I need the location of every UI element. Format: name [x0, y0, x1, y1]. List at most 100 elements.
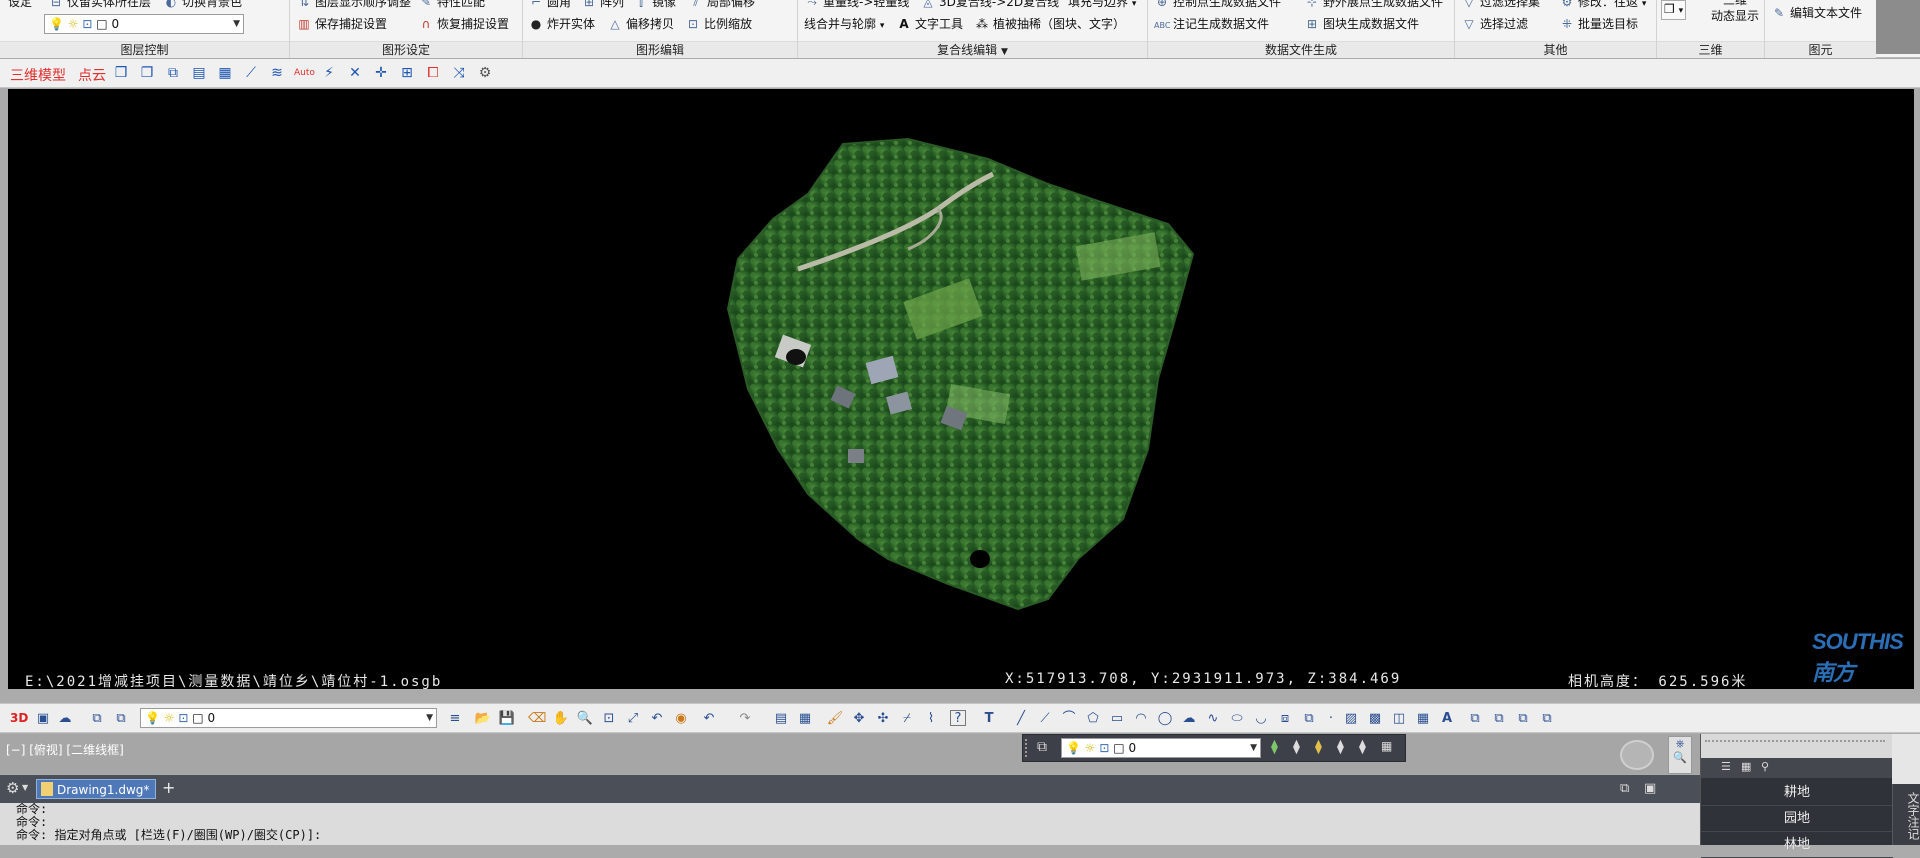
profile-icon[interactable]: ⟋: [242, 64, 260, 82]
zoom-previous-icon[interactable]: ↶: [648, 710, 666, 728]
3d-viewport[interactable]: E:\2021增减挂项目\测量数据\靖位乡\靖位村-1.osgb X:51791…: [8, 89, 1914, 689]
ribbon-batch-select[interactable]: ⁜ 批量选目标: [1559, 16, 1638, 32]
eraser-icon[interactable]: ⌫: [528, 710, 546, 728]
ribbon-scale[interactable]: ⊡ 比例缩放: [685, 16, 752, 32]
box-side-icon[interactable]: ❐: [138, 64, 156, 82]
node-icon[interactable]: ⤨: [450, 64, 468, 82]
cross-point-icon[interactable]: ✛: [372, 64, 390, 82]
ribbon-field-point-data[interactable]: ⊹ 野外展点生成数据文件: [1304, 0, 1443, 10]
chevron-down-icon[interactable]: ▼: [1001, 47, 1008, 57]
spline-icon[interactable]: ∿: [1204, 710, 1222, 728]
ribbon-3d-label[interactable]: 三维: [1723, 0, 1747, 8]
ellipse-icon[interactable]: ⬭: [1228, 710, 1246, 728]
ribbon-control-point-data[interactable]: ⊕ 控制点生成数据文件: [1154, 0, 1281, 10]
layer-tool-icon-2[interactable]: ⧫: [1293, 739, 1300, 755]
auto-icon[interactable]: Auto: [294, 64, 315, 82]
ribbon-offset-copy[interactable]: △ 偏移拷贝: [607, 16, 674, 32]
ribbon-explode[interactable]: ● 炸开实体: [528, 16, 595, 32]
mtext-icon[interactable]: A: [1438, 710, 1456, 728]
viewcube-icon[interactable]: [1620, 740, 1654, 770]
ellipse-arc-icon[interactable]: ◡: [1252, 710, 1270, 728]
ribbon-match-props[interactable]: ✎ 特性匹配: [418, 0, 485, 10]
tile-window-icon[interactable]: ⧉: [1620, 781, 1629, 796]
redo-icon[interactable]: ↷: [736, 710, 754, 728]
ribbon-restore-snap[interactable]: ∩ 恢复捕捉设置: [418, 16, 509, 32]
region-icon[interactable]: ◫: [1390, 710, 1408, 728]
square-grid-icon[interactable]: ⊞: [398, 64, 416, 82]
box-icon[interactable]: ▣: [34, 710, 52, 728]
layers-icon[interactable]: ⧉: [164, 64, 182, 82]
box-3d-icon[interactable]: ❒: [112, 64, 130, 82]
paint-icon[interactable]: 🖌: [826, 710, 844, 728]
point-icon[interactable]: ·: [1322, 710, 1340, 728]
layer-tool-icon-3[interactable]: ⧫: [1315, 739, 1322, 755]
ribbon-draw-order[interactable]: ⇅ 图层显示顺序调整: [296, 0, 411, 10]
chevron-down-icon[interactable]: ▼: [22, 783, 28, 792]
layer-state-icon[interactable]: ⧉: [88, 710, 106, 728]
text-icon[interactable]: T: [980, 710, 998, 728]
ribbon-fillet[interactable]: ⌐ 圆角: [528, 0, 571, 10]
insert-block-icon[interactable]: ⧈: [1276, 710, 1294, 728]
ribbon-block-data[interactable]: ⊞ 图块生成数据文件: [1304, 16, 1419, 32]
ribbon-dynamic-display[interactable]: 动态显示: [1711, 8, 1759, 24]
ribbon-3d-dropdown[interactable]: ❒ ▾: [1661, 0, 1687, 20]
layer-tool-icon-1[interactable]: ⧫: [1271, 739, 1278, 755]
tab-text-annotation[interactable]: 文字注记: [1892, 784, 1920, 845]
command-history[interactable]: 命令: 命令: 命令: 指定对角点或 [栏选(F)/圈围(WP)/圈交(CP)]…: [0, 803, 1700, 845]
gear-icon[interactable]: ⚙: [476, 64, 494, 82]
zoom-window-icon[interactable]: ⊡: [600, 710, 618, 728]
layer-combo[interactable]: 💡 ☼ ⊡ □ 0 ▼: [44, 14, 244, 34]
list-item[interactable]: 园地: [1701, 806, 1893, 832]
properties-icon[interactable]: ▤: [772, 710, 790, 728]
point-cloud-button[interactable]: 点云: [78, 65, 106, 85]
revcloud-icon[interactable]: ☁: [1180, 710, 1198, 728]
drawing-canvas[interactable]: [−] [俯视] [二维线框] ⎈ 🔍: [0, 734, 1700, 774]
undo-icon[interactable]: ↶: [700, 710, 718, 728]
ribbon-toggle-bg[interactable]: ◐ 切换背景色: [163, 0, 242, 10]
xline-icon[interactable]: ⟋: [1036, 710, 1054, 728]
ribbon-text-tool[interactable]: A 文字工具: [896, 16, 963, 32]
layer-tool-icon-4[interactable]: ⧫: [1337, 739, 1344, 755]
ribbon-isolate-layer[interactable]: ⊟ 仅留实体所在层: [48, 0, 151, 10]
ribbon-layer-settings[interactable]: 设定: [8, 0, 32, 10]
layer-tool-icon-5[interactable]: ⧫: [1359, 739, 1366, 755]
save-icon[interactable]: 💾: [498, 710, 516, 728]
overlap-square-icon[interactable]: ⧠: [424, 64, 442, 82]
tile-icon-3[interactable]: ⧉: [1514, 710, 1532, 728]
3d-toggle[interactable]: 3D: [10, 711, 28, 725]
spark-icon[interactable]: ⚡: [320, 64, 338, 82]
grid-view-icon[interactable]: ▦: [1741, 760, 1751, 773]
cloud-icon[interactable]: ☁: [56, 710, 74, 728]
help-icon[interactable]: ?: [950, 710, 966, 726]
add-tab-button[interactable]: +: [162, 778, 175, 797]
make-block-icon[interactable]: ⧉: [1300, 710, 1318, 728]
ribbon-array[interactable]: ⊞ 阵列: [581, 0, 624, 10]
list-item[interactable]: 林地: [1701, 832, 1893, 858]
grid-icon[interactable]: ▦: [216, 64, 234, 82]
pin-icon[interactable]: ⚲: [1761, 760, 1769, 773]
gradient-icon[interactable]: ▩: [1366, 710, 1384, 728]
maximize-icon[interactable]: ▣: [1644, 781, 1656, 796]
layer-previous-icon[interactable]: ⧉: [112, 710, 130, 728]
line-weight-icon[interactable]: ≡: [446, 710, 464, 728]
list-item[interactable]: 耕地: [1701, 780, 1893, 806]
design-center-icon[interactable]: ▦: [796, 710, 814, 728]
ribbon-save-snap[interactable]: ▥ 保存捕捉设置: [296, 16, 387, 32]
locate-icon[interactable]: ◉: [672, 710, 690, 728]
chart-icon[interactable]: ▤: [190, 64, 208, 82]
viewport-controls[interactable]: [−] [俯视] [二维线框]: [6, 741, 124, 758]
line-icon[interactable]: ╱: [1012, 710, 1030, 728]
ribbon-heavy-to-light[interactable]: ⤳ 重量线->轻量线: [804, 0, 909, 10]
tile-icon-4[interactable]: ⧉: [1538, 710, 1556, 728]
pan-hand-icon[interactable]: ✋: [552, 710, 570, 728]
layer-tool-icon-6[interactable]: ▦: [1381, 739, 1392, 753]
node-edit-icon[interactable]: ✣: [874, 710, 892, 728]
open-folder-icon[interactable]: 📂: [474, 710, 492, 728]
ribbon-filter-selection[interactable]: ▽ 过滤选择集: [1461, 0, 1540, 10]
ribbon-mirror[interactable]: ⫾ 镜像: [633, 0, 676, 10]
steering-wheel-icon[interactable]: ⎈: [1669, 737, 1691, 751]
tab-drawing1[interactable]: Drawing1.dwg*: [36, 779, 157, 799]
ribbon-modify[interactable]: ⚙ 修改：往返 ▾: [1559, 0, 1647, 12]
hatch-icon[interactable]: ▨: [1342, 710, 1360, 728]
circle-icon[interactable]: ◯: [1156, 710, 1174, 728]
